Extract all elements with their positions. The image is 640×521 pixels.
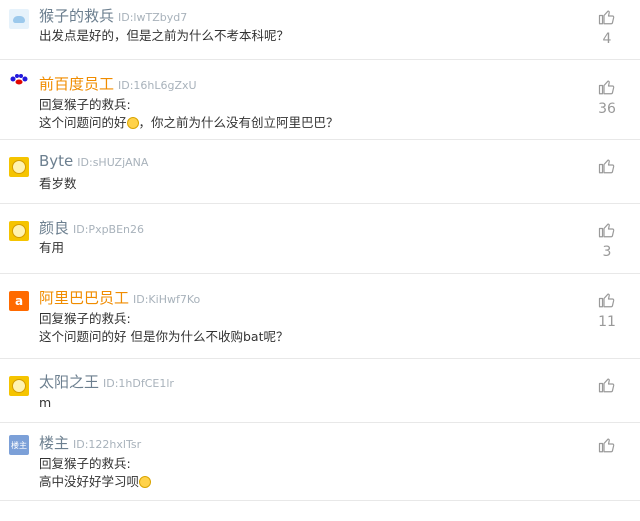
username[interactable]: 颜良 [39, 217, 69, 238]
thumbs-up-icon [598, 10, 615, 25]
comment-item: 猴子的救兵 ID:lwTZbyd7 出发点是好的，但是之前为什么不考本科呢？ 4 [0, 0, 640, 60]
thumbs-up-icon [598, 159, 615, 174]
comment-content-line: 这个问题问的好 ，你之前为什么没有创立阿里巴巴？ [39, 114, 339, 132]
reply-prefix: 回复猴子的救兵: [39, 97, 131, 112]
comment-text: m [39, 394, 51, 412]
comment-text: 回复猴子的救兵: 这个问题问的好 但是你为什么不收购bat呢？ [39, 310, 288, 346]
comment-content: 高中没好好学习呗 [39, 474, 140, 489]
like-button[interactable]: 3 [592, 221, 622, 260]
comment-content: 出发点是好的，但是之前为什么不考本科呢？ [39, 28, 290, 43]
baidu-logo-icon [10, 74, 28, 85]
avatar[interactable] [9, 157, 29, 177]
comment-header: 颜良 ID:PxpBEn26 [39, 217, 144, 238]
smiley-emoji-icon [126, 117, 139, 129]
comment-header: 猴子的救兵 ID:lwTZbyd7 [39, 5, 187, 26]
avatar[interactable] [9, 221, 29, 241]
comment-content: 这个问题问的好 [39, 115, 127, 130]
thumbs-up-icon [598, 293, 615, 308]
like-button[interactable]: 36 [592, 78, 622, 117]
user-id: ID:lwTZbyd7 [118, 11, 188, 24]
avatar[interactable] [9, 69, 29, 89]
comment-content-after: ，你之前为什么没有创立阿里巴巴？ [138, 115, 339, 130]
like-count: 11 [598, 314, 616, 330]
comment-header: 阿里巴巴员工 ID:KiHwf7Ko [39, 287, 200, 308]
user-id: ID:16hL6gZxU [118, 79, 197, 92]
user-id: ID:122hxlTsr [73, 438, 142, 451]
comment-header: Byte ID:sHUZjANA [39, 152, 148, 170]
username[interactable]: 楼主 [39, 432, 69, 453]
comment-list: 猴子的救兵 ID:lwTZbyd7 出发点是好的，但是之前为什么不考本科呢？ 4… [0, 0, 640, 501]
comment-text: 回复猴子的救兵: 高中没好好学习呗 [39, 455, 152, 491]
reply-prefix: 回复猴子的救兵: [39, 311, 131, 326]
username[interactable]: Byte [39, 152, 73, 170]
like-button[interactable]: 4 [592, 8, 622, 47]
comment-content: 这个问题问的好 但是你为什么不收购bat呢？ [39, 329, 289, 344]
user-id: ID:sHUZjANA [77, 156, 149, 169]
thumbs-up-icon [598, 378, 615, 393]
louzhu-avatar-label: 楼主 [11, 440, 27, 450]
comment-content: m [39, 395, 52, 410]
username[interactable]: 猴子的救兵 [39, 5, 114, 26]
user-id: ID:1hDfCE1lr [103, 377, 174, 390]
avatar[interactable] [9, 376, 29, 396]
thumbs-up-icon [598, 80, 615, 95]
username[interactable]: 太阳之王 [39, 371, 99, 392]
comment-item: 楼主 楼主 ID:122hxlTsr 回复猴子的救兵: 高中没好好学习呗 [0, 423, 640, 501]
user-id: ID:KiHwf7Ko [133, 293, 201, 306]
username[interactable]: 阿里巴巴员工 [39, 287, 129, 308]
comment-content: 有用 [39, 240, 65, 255]
like-button[interactable] [592, 436, 622, 459]
like-count: 3 [602, 244, 612, 260]
comment-item: 太阳之王 ID:1hDfCE1lr m [0, 359, 640, 423]
comment-header: 前百度员工 ID:16hL6gZxU [39, 73, 197, 94]
thumbs-up-icon [598, 223, 615, 238]
avatar[interactable]: a [9, 291, 29, 311]
thumbs-up-icon [598, 438, 615, 453]
comment-item: Byte ID:sHUZjANA 看岁数 [0, 140, 640, 204]
like-count: 36 [598, 101, 616, 117]
avatar[interactable]: 楼主 [9, 435, 29, 455]
comment-content: 看岁数 [39, 176, 77, 191]
comment-text: 出发点是好的，但是之前为什么不考本科呢？ [39, 27, 289, 45]
comment-item: 颜良 ID:PxpBEn26 有用 3 [0, 204, 640, 274]
comment-text: 看岁数 [39, 175, 77, 193]
like-button[interactable] [592, 157, 622, 180]
alibaba-logo-icon: a [14, 294, 24, 308]
like-button[interactable]: 11 [592, 291, 622, 330]
like-count: 4 [602, 31, 612, 47]
comment-content-line: 高中没好好学习呗 [39, 473, 152, 491]
grinning-emoji-icon [139, 476, 152, 488]
comment-item: 前百度员工 ID:16hL6gZxU 回复猴子的救兵: 这个问题问的好 ，你之前为… [0, 60, 640, 140]
comment-header: 楼主 ID:122hxlTsr [39, 432, 141, 453]
username[interactable]: 前百度员工 [39, 73, 114, 94]
comment-item: a 阿里巴巴员工 ID:KiHwf7Ko 回复猴子的救兵: 这个问题问的好 但是… [0, 274, 640, 359]
reply-prefix: 回复猴子的救兵: [39, 456, 131, 471]
comment-text: 回复猴子的救兵: 这个问题问的好 ，你之前为什么没有创立阿里巴巴？ [39, 96, 339, 132]
avatar[interactable] [9, 9, 29, 29]
comment-header: 太阳之王 ID:1hDfCE1lr [39, 371, 174, 392]
comment-text: 有用 [39, 239, 64, 257]
like-button[interactable] [592, 376, 622, 399]
user-id: ID:PxpBEn26 [73, 223, 145, 236]
